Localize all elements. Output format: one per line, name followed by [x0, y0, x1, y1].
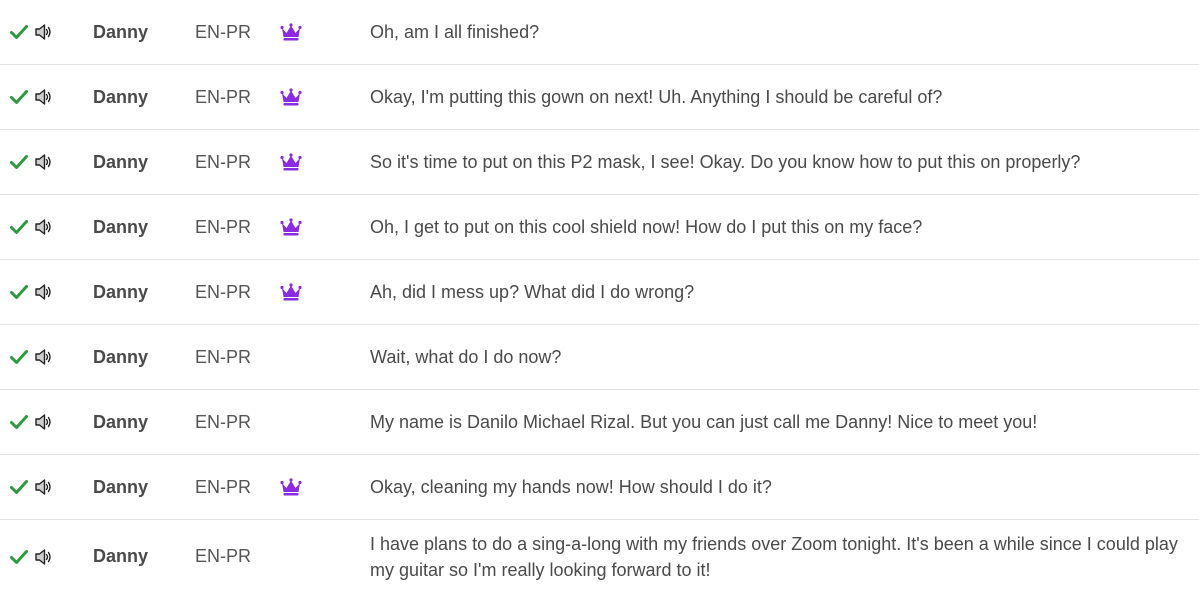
dialogue-text: So it's time to put on this P2 mask, I s… [370, 152, 1081, 172]
crown-icon [280, 218, 302, 236]
language-code: EN-PR [195, 281, 252, 302]
speaker-name: Danny [93, 21, 149, 42]
status-cell [0, 218, 82, 236]
crown-cell [268, 478, 370, 496]
table-row[interactable]: Danny EN-PR Oh, am I all finished? [0, 0, 1199, 65]
table-row[interactable]: Danny EN-PR Ah, did I mess up? What did … [0, 260, 1199, 325]
table-row[interactable]: Danny EN-PR Wait, what do I do now? [0, 325, 1199, 390]
language-code: EN-PR [195, 476, 252, 497]
crown-cell [268, 88, 370, 106]
speaker-icon[interactable] [34, 413, 52, 431]
dialogue-table: Danny EN-PR Oh, am I all finished? Danny… [0, 0, 1199, 589]
speaker-icon[interactable] [34, 348, 52, 366]
dialogue-text: Okay, I'm putting this gown on next! Uh.… [370, 87, 943, 107]
status-cell [0, 348, 82, 366]
language-code: EN-PR [195, 21, 252, 42]
language-code: EN-PR [195, 151, 252, 172]
crown-cell [268, 218, 370, 236]
table-row[interactable]: Danny EN-PR My name is Danilo Michael Ri… [0, 390, 1199, 455]
speaker-name: Danny [93, 216, 149, 237]
crown-icon [280, 88, 302, 106]
language-code: EN-PR [195, 86, 252, 107]
speaker-name: Danny [93, 281, 149, 302]
speaker-icon[interactable] [34, 153, 52, 171]
dialogue-text: Ah, did I mess up? What did I do wrong? [370, 282, 695, 302]
dialogue-text: Oh, I get to put on this cool shield now… [370, 217, 923, 237]
check-icon [10, 480, 28, 494]
status-cell [0, 153, 82, 171]
status-cell [0, 283, 82, 301]
speaker-name: Danny [93, 546, 149, 566]
speaker-name: Danny [93, 86, 149, 107]
language-code: EN-PR [195, 216, 252, 237]
speaker-icon[interactable] [34, 283, 52, 301]
language-code: EN-PR [195, 546, 252, 566]
table-row[interactable]: Danny EN-PR Oh, I get to put on this coo… [0, 195, 1199, 260]
check-icon [10, 90, 28, 104]
status-cell [0, 548, 82, 566]
crown-cell [268, 153, 370, 171]
speaker-icon[interactable] [34, 88, 52, 106]
status-cell [0, 478, 82, 496]
check-icon [10, 25, 28, 39]
table-row[interactable]: Danny EN-PR Okay, I'm putting this gown … [0, 65, 1199, 130]
status-cell [0, 88, 82, 106]
check-icon [10, 549, 28, 564]
status-cell [0, 23, 82, 41]
speaker-name: Danny [93, 151, 149, 172]
check-icon [10, 220, 28, 234]
crown-cell [268, 283, 370, 301]
dialogue-text: Oh, am I all finished? [370, 22, 540, 42]
check-icon [10, 350, 28, 364]
crown-icon [280, 23, 302, 41]
dialogue-text: Wait, what do I do now? [370, 347, 562, 367]
speaker-name: Danny [93, 346, 149, 367]
speaker-icon[interactable] [34, 478, 52, 496]
table-row[interactable]: Danny EN-PR Okay, cleaning my hands now!… [0, 455, 1199, 520]
table-row[interactable]: Danny EN-PR I have plans to do a sing-a-… [0, 520, 1199, 589]
table-row[interactable]: Danny EN-PR So it's time to put on this … [0, 130, 1199, 195]
speaker-icon[interactable] [34, 218, 52, 236]
crown-icon [280, 478, 302, 496]
crown-cell [268, 23, 370, 41]
language-code: EN-PR [195, 346, 252, 367]
dialogue-text: My name is Danilo Michael Rizal. But you… [370, 412, 1038, 432]
speaker-name: Danny [93, 476, 149, 497]
speaker-name: Danny [93, 411, 149, 432]
check-icon [10, 415, 28, 429]
dialogue-text: I have plans to do a sing-a-long with my… [370, 533, 1178, 580]
speaker-icon[interactable] [34, 548, 52, 566]
crown-icon [280, 153, 302, 171]
status-cell [0, 413, 82, 431]
check-icon [10, 285, 28, 299]
language-code: EN-PR [195, 411, 252, 432]
crown-icon [280, 283, 302, 301]
dialogue-text: Okay, cleaning my hands now! How should … [370, 477, 772, 497]
speaker-icon[interactable] [34, 23, 52, 41]
check-icon [10, 155, 28, 169]
